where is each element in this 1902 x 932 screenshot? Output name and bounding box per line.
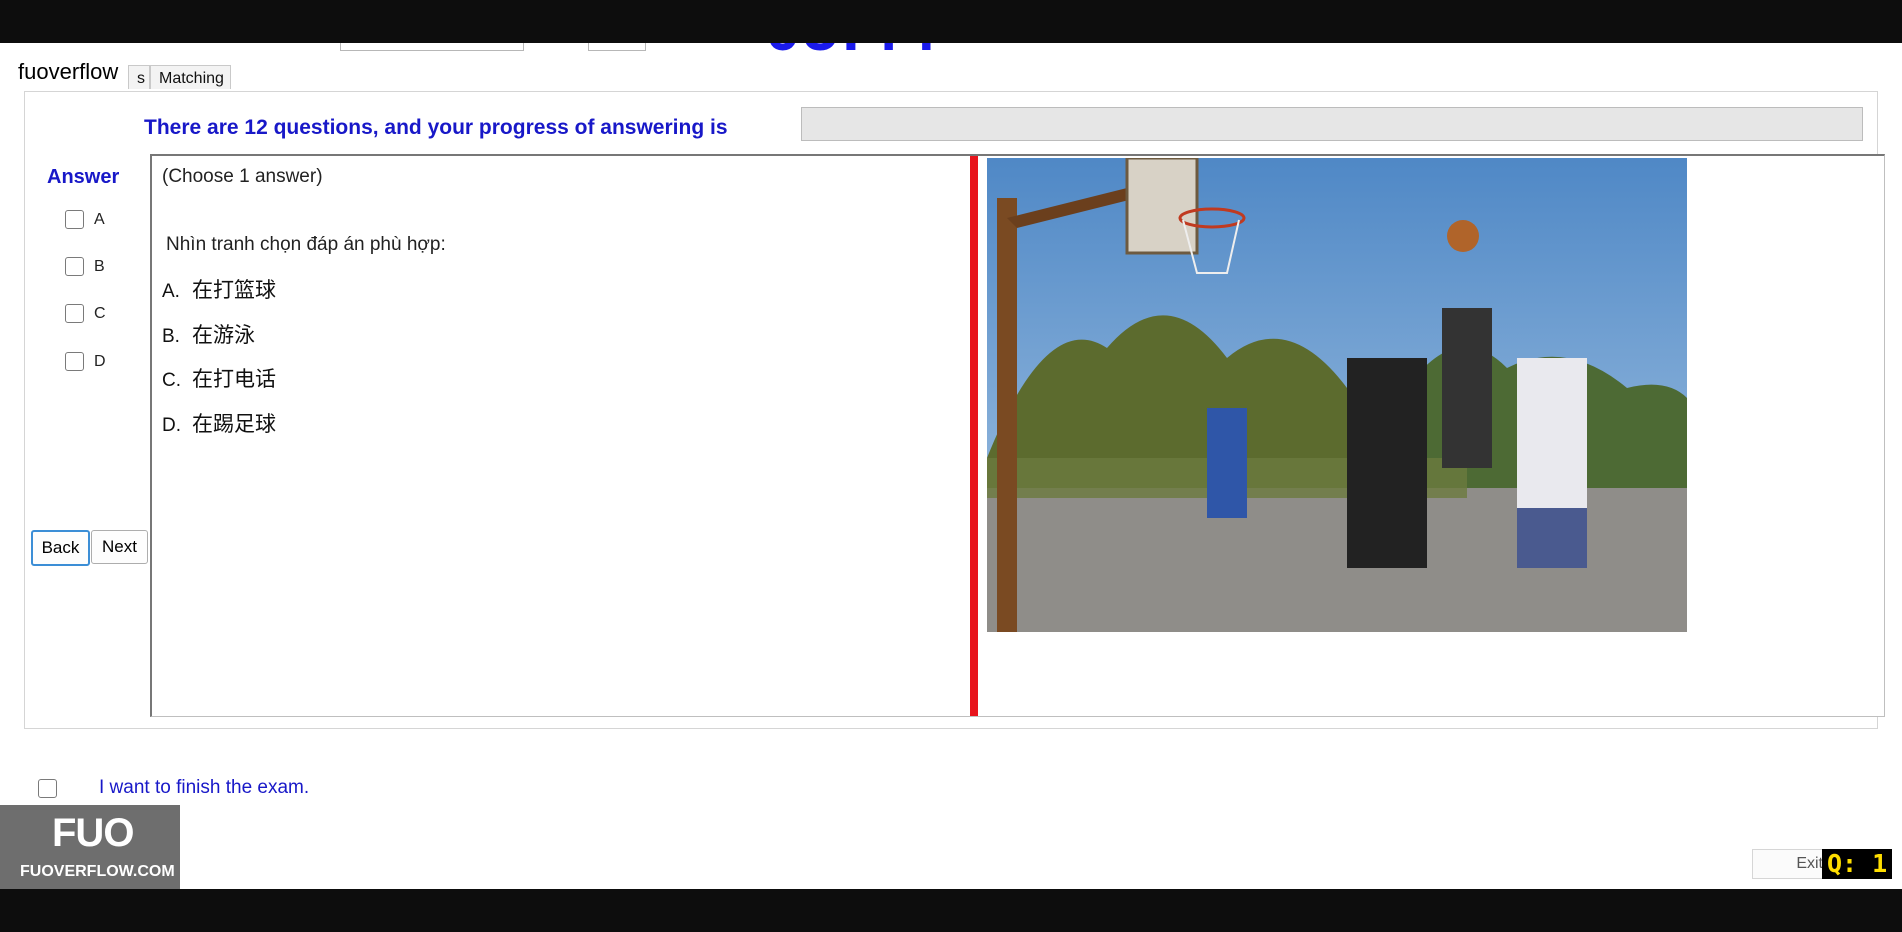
choice-letter: A. bbox=[162, 281, 180, 302]
countdown-timer: 05:44 bbox=[765, 43, 939, 65]
finish-checkbox[interactable] bbox=[38, 778, 57, 798]
answer-heading: Answer bbox=[47, 166, 120, 188]
question-image bbox=[987, 158, 1687, 632]
choice-text: 在踢足球 bbox=[192, 412, 276, 436]
progress-bar bbox=[801, 107, 1863, 141]
fuoverflow-logo: FUO FUOVERFLOW.COM bbox=[0, 805, 180, 889]
choice-letter: C. bbox=[162, 370, 181, 391]
choice-b: B. 在游泳 bbox=[162, 319, 255, 349]
tab-previous[interactable]: s bbox=[128, 65, 150, 89]
answer-option-b[interactable]: B bbox=[65, 257, 105, 276]
option-label: A bbox=[94, 210, 105, 228]
question-type-tabs: s Matching bbox=[128, 65, 231, 89]
choice-a: A. 在打篮球 bbox=[162, 274, 276, 304]
progress-label: There are 12 questions, and your progres… bbox=[144, 116, 728, 139]
checkbox-c[interactable] bbox=[65, 304, 84, 323]
basketball-photo bbox=[987, 158, 1687, 632]
answer-option-d[interactable]: D bbox=[65, 352, 106, 371]
tab-matching[interactable]: Matching bbox=[150, 65, 231, 89]
exit-button[interactable]: Exit bbox=[1752, 849, 1830, 879]
checkbox-b[interactable] bbox=[65, 257, 84, 276]
option-label: B bbox=[94, 257, 105, 275]
logo-text: FUOVERFLOW.COM bbox=[20, 863, 175, 880]
finish-label: I want to finish the exam. bbox=[99, 777, 310, 798]
top-combobox[interactable] bbox=[340, 43, 524, 51]
question-prompt: Nhìn tranh chọn đáp án phù hợp: bbox=[166, 234, 446, 255]
top-small-field[interactable] bbox=[588, 43, 646, 51]
choice-letter: B. bbox=[162, 326, 180, 347]
choice-text: 在游泳 bbox=[192, 323, 255, 347]
exam-window: 05:44 fuoverflow s Matching There are 12… bbox=[0, 43, 1902, 889]
finish-exam-option[interactable]: I want to finish the exam. bbox=[38, 777, 309, 799]
pane-splitter[interactable] bbox=[970, 156, 978, 716]
back-button[interactable]: Back bbox=[31, 530, 90, 566]
next-button[interactable]: Next bbox=[91, 530, 148, 564]
choice-letter: D. bbox=[162, 415, 181, 436]
watermark-text: fuoverflow bbox=[0, 57, 129, 89]
question-number-badge: Q: 1 bbox=[1822, 849, 1893, 879]
choice-d: D. 在踢足球 bbox=[162, 408, 276, 438]
question-content: (Choose 1 answer) Nhìn tranh chọn đáp án… bbox=[150, 154, 1885, 717]
answer-option-a[interactable]: A bbox=[65, 210, 105, 229]
choice-c: C. 在打电话 bbox=[162, 363, 276, 393]
choice-text: 在打篮球 bbox=[192, 278, 276, 302]
top-toolbar bbox=[0, 43, 1902, 51]
question-instruction: (Choose 1 answer) bbox=[162, 166, 323, 187]
logo-mark: FUO bbox=[52, 811, 134, 855]
choice-text: 在打电话 bbox=[192, 367, 276, 391]
checkbox-d[interactable] bbox=[65, 352, 84, 371]
option-label: C bbox=[94, 304, 106, 322]
option-label: D bbox=[94, 352, 106, 370]
answer-option-c[interactable]: C bbox=[65, 304, 106, 323]
checkbox-a[interactable] bbox=[65, 210, 84, 229]
question-panel: There are 12 questions, and your progres… bbox=[24, 91, 1885, 729]
